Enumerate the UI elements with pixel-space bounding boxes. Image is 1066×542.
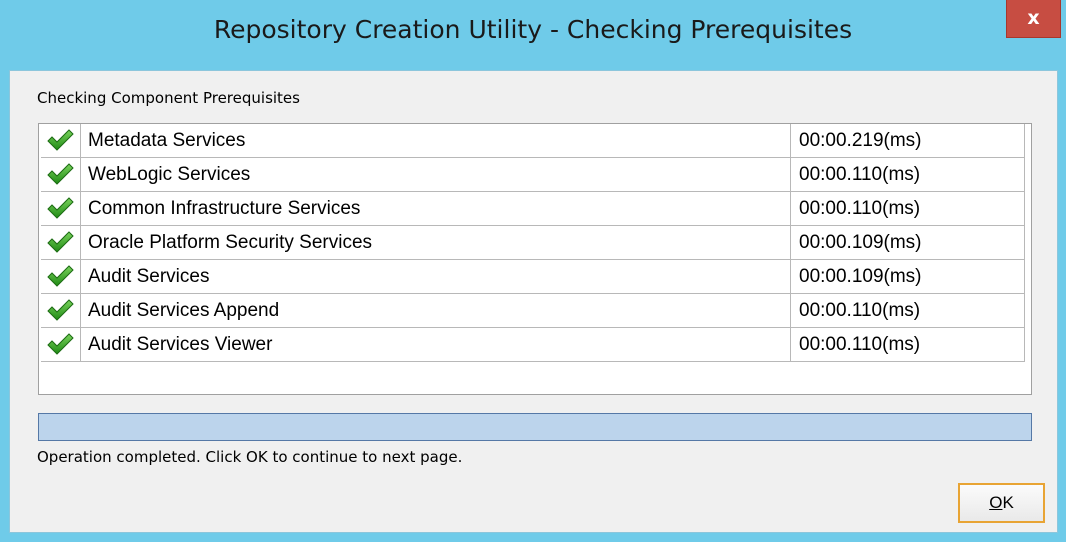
dialog-window: Repository Creation Utility - Checking P…	[0, 0, 1066, 542]
component-name: Audit Services Viewer	[81, 328, 791, 362]
component-time: 00:00.219(ms)	[791, 124, 1025, 158]
close-icon: x	[1027, 7, 1040, 29]
component-name: Metadata Services	[81, 124, 791, 158]
status-cell	[41, 124, 81, 158]
table-row[interactable]: Metadata Services 00:00.219(ms)	[39, 124, 1025, 158]
check-icon	[46, 196, 74, 220]
component-time: 00:00.109(ms)	[791, 226, 1025, 260]
table-row[interactable]: Common Infrastructure Services 00:00.110(…	[39, 192, 1025, 226]
component-name: Oracle Platform Security Services	[81, 226, 791, 260]
table-row[interactable]: WebLogic Services 00:00.110(ms)	[39, 158, 1025, 192]
check-icon	[46, 298, 74, 322]
progress-fill	[39, 414, 1031, 440]
ok-button-label: OK	[989, 493, 1014, 512]
status-cell	[41, 192, 81, 226]
check-icon	[46, 264, 74, 288]
status-message: Operation completed. Click OK to continu…	[37, 448, 463, 466]
section-label: Checking Component Prerequisites	[37, 89, 300, 107]
window-title: Repository Creation Utility - Checking P…	[213, 15, 853, 44]
status-cell	[41, 226, 81, 260]
table-row[interactable]: Audit Services 00:00.109(ms)	[39, 260, 1025, 294]
dialog-content: Checking Component Prerequisites Metadat…	[9, 70, 1058, 533]
status-cell	[41, 158, 81, 192]
prerequisites-table: Metadata Services 00:00.219(ms) WebLogic S…	[38, 123, 1032, 395]
component-time: 00:00.109(ms)	[791, 260, 1025, 294]
component-name: WebLogic Services	[81, 158, 791, 192]
check-icon	[46, 162, 74, 186]
component-name: Common Infrastructure Services	[81, 192, 791, 226]
table-row[interactable]: Oracle Platform Security Services 00:00.1…	[39, 226, 1025, 260]
component-time: 00:00.110(ms)	[791, 294, 1025, 328]
check-icon	[46, 230, 74, 254]
component-time: 00:00.110(ms)	[791, 192, 1025, 226]
table-row[interactable]: Audit Services Append 00:00.110(ms)	[39, 294, 1025, 328]
progress-bar	[38, 413, 1032, 441]
component-time: 00:00.110(ms)	[791, 158, 1025, 192]
ok-button[interactable]: OK	[958, 483, 1045, 523]
component-name: Audit Services	[81, 260, 791, 294]
component-name: Audit Services Append	[81, 294, 791, 328]
title-bar[interactable]: Repository Creation Utility - Checking P…	[0, 0, 1066, 70]
status-cell	[41, 294, 81, 328]
close-button[interactable]: x	[1006, 0, 1061, 38]
status-cell	[41, 328, 81, 362]
status-cell	[41, 260, 81, 294]
check-icon	[46, 128, 74, 152]
table-row[interactable]: Audit Services Viewer 00:00.110(ms)	[39, 328, 1025, 362]
component-time: 00:00.110(ms)	[791, 328, 1025, 362]
check-icon	[46, 332, 74, 356]
